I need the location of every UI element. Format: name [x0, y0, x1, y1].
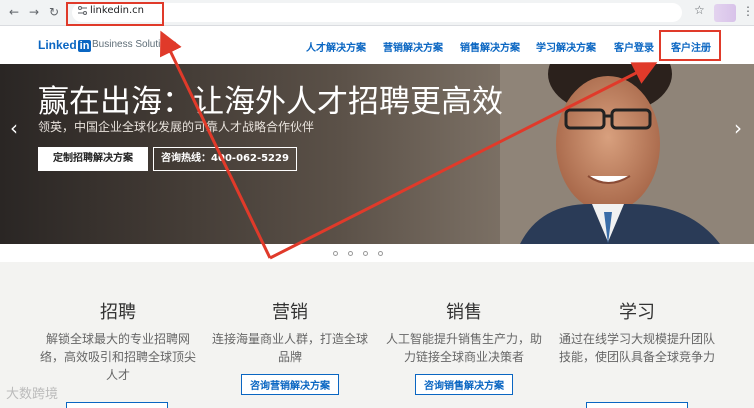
arrow-to-register: [269, 62, 658, 260]
arrow-to-url: [160, 30, 272, 259]
annotation-arrows: [160, 30, 658, 260]
